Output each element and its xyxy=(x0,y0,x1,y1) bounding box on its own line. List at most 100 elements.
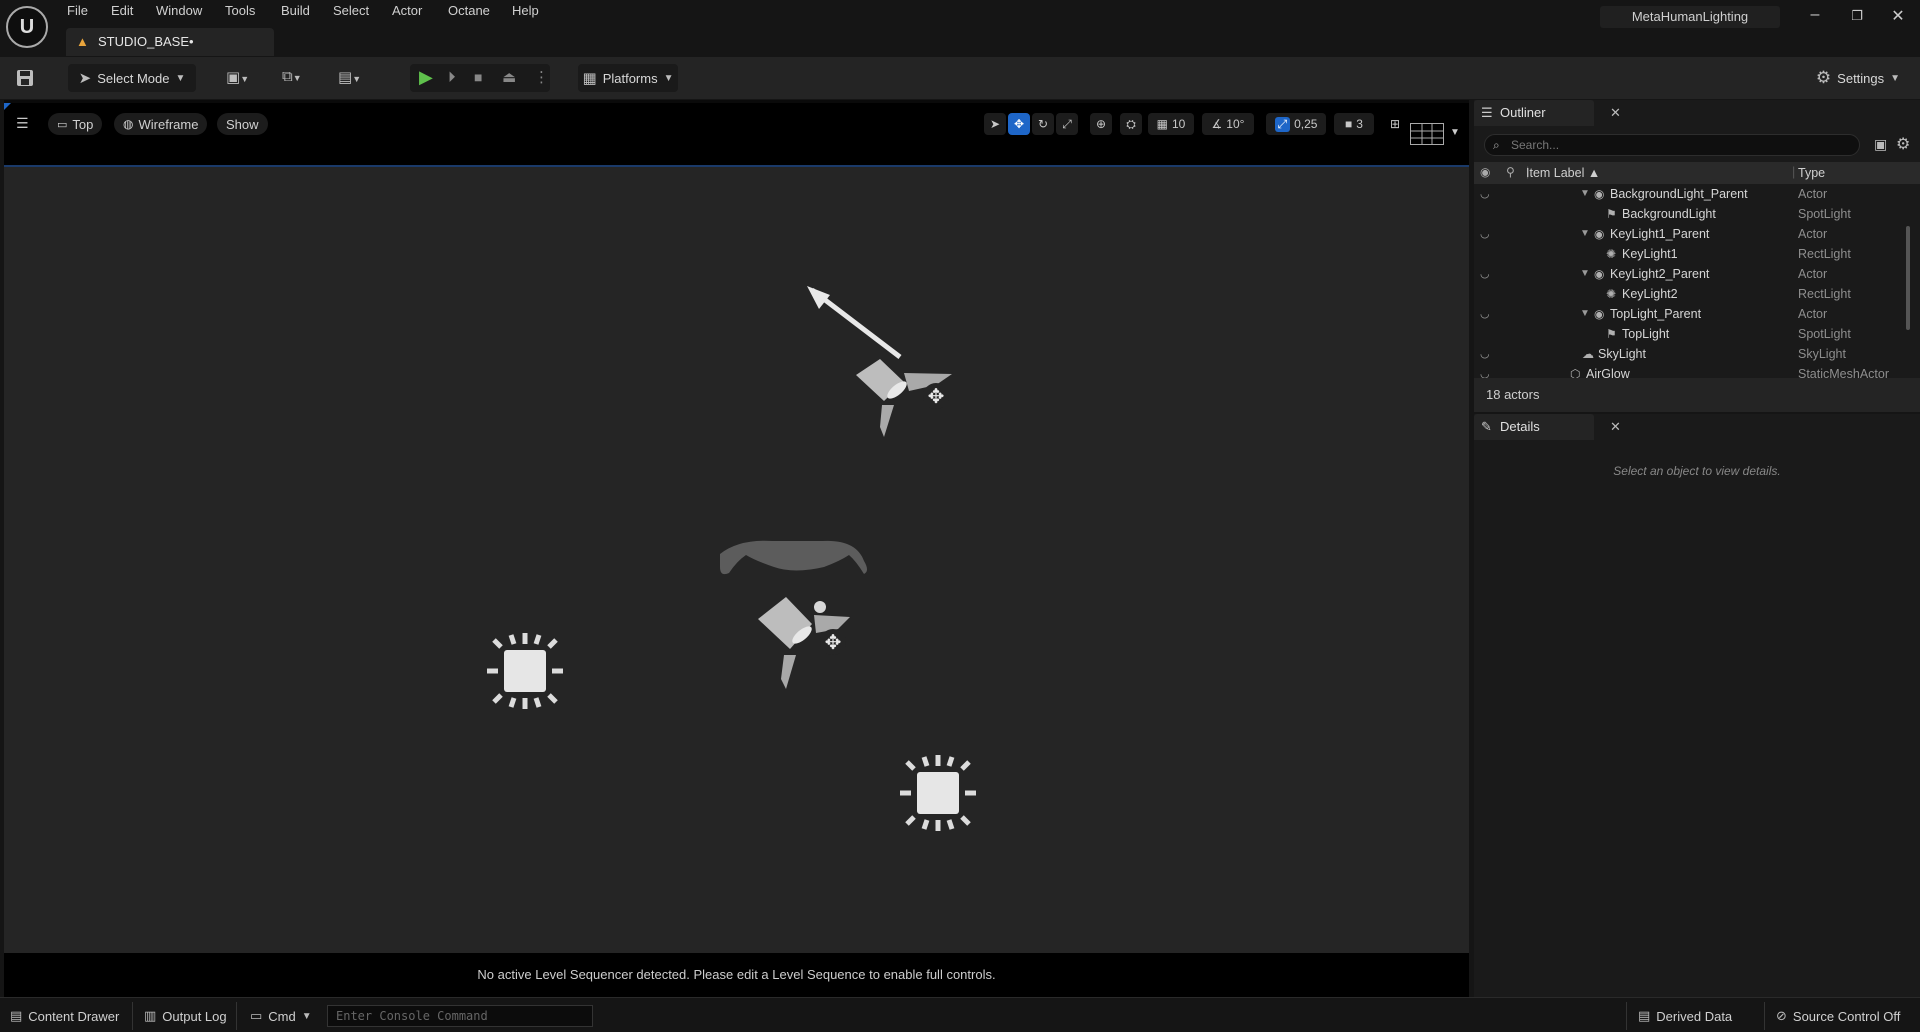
more-options-icon[interactable]: ⋮ xyxy=(534,68,549,86)
render-mode-button[interactable]: ◍ Wireframe xyxy=(114,113,208,135)
blueprint-icon[interactable]: ⧉▼ xyxy=(282,68,322,90)
restore-icon[interactable]: ❐ xyxy=(1845,8,1869,24)
cmd-dropdown[interactable]: ▭ Cmd ▼ xyxy=(250,1005,312,1027)
world-space-icon[interactable]: ⊕ xyxy=(1090,113,1112,135)
grid-snap-button[interactable]: ▦ 10 xyxy=(1148,113,1194,135)
divider xyxy=(1764,1002,1765,1030)
menu-file[interactable]: File xyxy=(67,3,88,18)
output-log-button[interactable]: ▥ Output Log xyxy=(144,1005,227,1027)
pin-header-icon[interactable]: ⚲ xyxy=(1506,165,1515,179)
expand-arrow-icon[interactable]: ▼ xyxy=(1580,264,1590,284)
stop-icon[interactable]: ■ xyxy=(474,69,482,85)
outliner-search-input[interactable]: ⌕ Search... xyxy=(1484,134,1860,156)
platforms-dropdown[interactable]: ▦ Platforms ▼ xyxy=(578,64,678,92)
outliner-row[interactable]: ◡ ▼ ◉ BackgroundLight_Parent Actor xyxy=(1474,184,1904,204)
eject-icon[interactable]: ⏏ xyxy=(502,68,516,86)
menu-actor[interactable]: Actor xyxy=(392,3,422,18)
visibility-header-icon[interactable]: ◉ xyxy=(1480,165,1490,179)
visibility-eye-icon[interactable]: ◡ xyxy=(1480,264,1490,284)
move-gizmo-icon[interactable]: ✥ xyxy=(820,629,846,655)
outliner-row[interactable]: ⚑ BackgroundLight SpotLight xyxy=(1474,204,1904,224)
grid-icon: ▦ xyxy=(1156,117,1168,131)
surface-snap-icon[interactable]: ⛭ xyxy=(1120,113,1142,135)
outliner-row-type: Actor xyxy=(1798,227,1828,241)
camera-speed-button[interactable]: ■ 3 xyxy=(1334,113,1374,135)
rect-light-icon[interactable] xyxy=(900,755,976,831)
rotate-tool-icon[interactable]: ↻ xyxy=(1032,113,1054,135)
actor-icon: ◉ xyxy=(1594,227,1605,241)
mesh-icon: ⬡ xyxy=(1570,367,1581,378)
outliner-row[interactable]: ◡ ▼ ◉ KeyLight2_Parent Actor xyxy=(1474,264,1904,284)
derived-data-icon: ▤ xyxy=(1638,1008,1651,1023)
select-mode-dropdown[interactable]: ➤ Select Mode ▼ xyxy=(68,64,196,92)
outliner-row-label: KeyLight2 xyxy=(1622,287,1678,301)
step-icon[interactable]: ⏵ xyxy=(448,69,456,86)
view-type-button[interactable]: ▭ Top xyxy=(48,113,103,135)
play-icon[interactable]: ▶ xyxy=(419,67,433,88)
translate-tool-icon[interactable]: ✥ xyxy=(1008,113,1030,135)
platforms-icon: ▦ xyxy=(582,70,597,87)
outliner-row[interactable]: ✺ KeyLight2 RectLight xyxy=(1474,284,1904,304)
item-label-column-header[interactable]: Item Label ▲ xyxy=(1526,166,1600,180)
scale-snap-button[interactable]: ⤢ 0,25 xyxy=(1266,113,1326,135)
close-icon[interactable]: ✕ xyxy=(1886,6,1910,26)
expand-arrow-icon[interactable]: ▼ xyxy=(1580,304,1590,324)
console-command-input[interactable]: Enter Console Command xyxy=(327,1005,593,1027)
rotation-snap-button[interactable]: ∡ 10° xyxy=(1202,113,1254,135)
details-tab[interactable]: ✎ Details ✕ xyxy=(1474,414,1621,440)
add-folder-icon[interactable]: ▣ xyxy=(1874,136,1887,153)
unreal-logo-icon[interactable]: U xyxy=(6,6,48,48)
gear-icon[interactable]: ⚙ xyxy=(1896,134,1910,154)
outliner-row[interactable]: ◡ ▼ ◉ TopLight_Parent Actor xyxy=(1474,304,1904,324)
derived-data-button[interactable]: ▤ Derived Data xyxy=(1638,1005,1732,1027)
visibility-eye-icon[interactable]: ◡ xyxy=(1480,364,1490,378)
close-outliner-icon[interactable]: ✕ xyxy=(1610,100,1621,126)
spotlight-top-icon[interactable] xyxy=(807,286,952,437)
chevron-down-icon[interactable]: ▼ xyxy=(1450,127,1460,138)
wireframe-icon: ◍ xyxy=(123,117,134,131)
menu-octane[interactable]: Octane xyxy=(448,3,490,18)
type-column-header[interactable]: Type xyxy=(1798,166,1825,180)
cinematics-icon[interactable]: ▤▼ xyxy=(338,68,378,90)
menu-edit[interactable]: Edit xyxy=(111,3,133,18)
outliner-row-type: RectLight xyxy=(1798,247,1851,261)
rect-light-icon[interactable] xyxy=(487,633,563,709)
maximize-viewport-icon[interactable]: ⊞ xyxy=(1384,113,1406,135)
source-control-button[interactable]: ⊘ Source Control Off xyxy=(1776,1005,1900,1027)
menu-select[interactable]: Select xyxy=(333,3,369,18)
close-details-icon[interactable]: ✕ xyxy=(1610,414,1621,440)
outliner-scrollbar[interactable] xyxy=(1906,226,1910,330)
menu-build[interactable]: Build xyxy=(281,3,310,18)
add-actor-icon[interactable]: ▣▼ xyxy=(226,68,266,90)
outliner-row[interactable]: ◡ ☁ SkyLight SkyLight xyxy=(1474,344,1904,364)
level-viewport[interactable]: ☰ ▭ Top ◍ Wireframe Show ➤ ✥ ↻ ⤢ ⊕ ⛭ ▦ 1… xyxy=(4,100,1469,997)
content-drawer-button[interactable]: ▤ Content Drawer xyxy=(10,1005,119,1027)
visibility-eye-icon[interactable]: ◡ xyxy=(1480,224,1490,244)
visibility-eye-icon[interactable]: ◡ xyxy=(1480,184,1490,204)
level-tab[interactable]: ▲ STUDIO_BASE• xyxy=(66,28,274,56)
minimize-icon[interactable]: – xyxy=(1803,6,1827,24)
menu-help[interactable]: Help xyxy=(512,3,539,18)
expand-arrow-icon[interactable]: ▼ xyxy=(1580,184,1590,204)
pencil-icon: ✎ xyxy=(1481,419,1492,434)
layout-icon[interactable] xyxy=(1410,123,1444,145)
outliner-row[interactable]: ✺ KeyLight1 RectLight xyxy=(1474,244,1904,264)
move-gizmo-icon[interactable]: ✥ xyxy=(923,383,949,409)
menu-window[interactable]: Window xyxy=(156,3,202,18)
hamburger-menu-icon[interactable]: ☰ xyxy=(16,115,29,132)
scale-tool-icon[interactable]: ⤢ xyxy=(1056,113,1078,135)
outliner-row[interactable]: ◡ ⬡ AirGlow StaticMeshActor xyxy=(1474,364,1904,378)
expand-arrow-icon[interactable]: ▼ xyxy=(1580,224,1590,244)
outliner-tab[interactable]: ☰ Outliner ✕ xyxy=(1474,100,1621,126)
menu-tools[interactable]: Tools xyxy=(225,3,255,18)
save-icon[interactable] xyxy=(14,67,36,89)
rectlight-icon: ✺ xyxy=(1606,247,1617,261)
outliner-row[interactable]: ◡ ▼ ◉ KeyLight1_Parent Actor xyxy=(1474,224,1904,244)
cursor-icon: ➤ xyxy=(78,70,92,87)
select-tool-icon[interactable]: ➤ xyxy=(984,113,1006,135)
show-button[interactable]: Show xyxy=(217,113,268,135)
visibility-eye-icon[interactable]: ◡ xyxy=(1480,304,1490,324)
outliner-row[interactable]: ⚑ TopLight SpotLight xyxy=(1474,324,1904,344)
settings-dropdown[interactable]: ⚙ Settings ▼ xyxy=(1810,64,1906,92)
visibility-eye-icon[interactable]: ◡ xyxy=(1480,344,1490,364)
